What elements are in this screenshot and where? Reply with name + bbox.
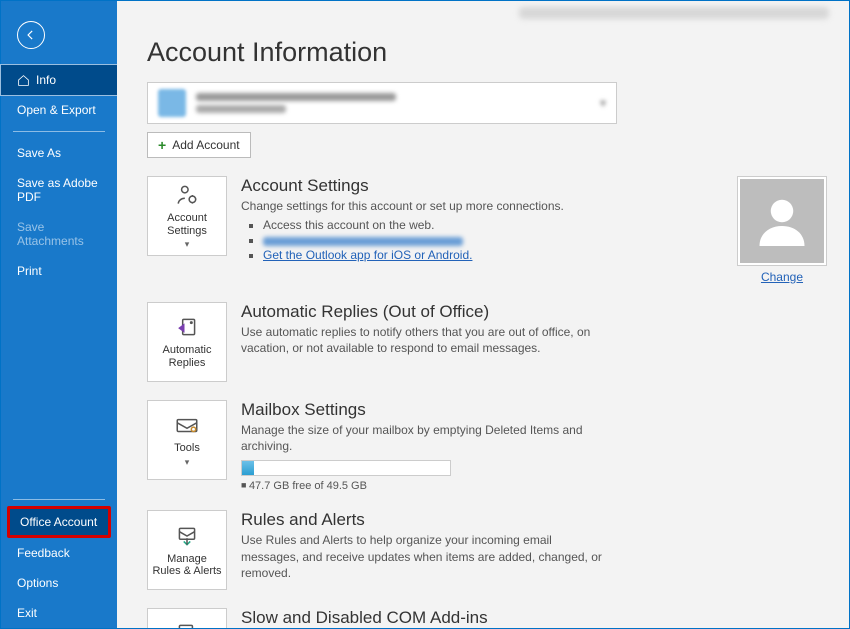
avatar-frame	[737, 176, 827, 266]
change-photo-link[interactable]: Change	[737, 270, 827, 284]
plus-icon: +	[158, 137, 166, 153]
account-avatar-icon	[158, 89, 186, 117]
person-gear-icon	[174, 182, 200, 208]
section-heading: Mailbox Settings	[241, 400, 827, 420]
sidebar-item-options[interactable]: Options	[1, 568, 117, 598]
sidebar-divider	[13, 499, 105, 500]
avatar-panel: Change	[737, 176, 827, 284]
owa-url-blur[interactable]	[263, 237, 463, 246]
section-desc: Use automatic replies to notify others t…	[241, 324, 611, 356]
bullet-app-link: Get the Outlook app for iOS or Android.	[263, 248, 711, 262]
header-account-blur	[519, 7, 829, 19]
section-automatic-replies: Automatic Replies Automatic Replies (Out…	[147, 302, 827, 382]
section-desc: Manage the size of your mailbox by empty…	[241, 422, 611, 454]
sidebar-item-open-export[interactable]: Open & Export	[1, 95, 117, 125]
tile-label: Account Settings	[152, 212, 222, 237]
tile-label: Tools	[174, 442, 200, 455]
tile-account-settings[interactable]: Account Settings ▾	[147, 176, 227, 256]
account-lines	[196, 93, 396, 113]
sidebar-item-office-account[interactable]: Office Account	[7, 506, 111, 538]
account-selector[interactable]: ▾	[147, 82, 617, 124]
section-desc: Change settings for this account or set …	[241, 198, 611, 214]
mailbox-progress	[241, 460, 451, 476]
section-heading: Automatic Replies (Out of Office)	[241, 302, 827, 322]
sidebar-item-save-as[interactable]: Save As	[1, 138, 117, 168]
sidebar-item-print[interactable]: Print	[1, 256, 117, 286]
section-desc: Use Rules and Alerts to help organize yo…	[241, 532, 611, 581]
sidebar-item-exit[interactable]: Exit	[1, 598, 117, 628]
rules-icon	[174, 523, 200, 549]
chevron-down-icon: ▾	[185, 457, 190, 468]
section-heading: Account Settings	[241, 176, 711, 196]
tile-tools[interactable]: Tools ▾	[147, 400, 227, 480]
tile-label: Manage Rules & Alerts	[152, 553, 222, 578]
section-rules-alerts: Manage Rules & Alerts Rules and Alerts U…	[147, 510, 827, 590]
section-heading: Slow and Disabled COM Add-ins	[241, 608, 827, 628]
sidebar-nav-bottom: Office Account Feedback Options Exit	[1, 493, 117, 628]
section-com-addins: Manage COM Add-ins Slow and Disabled COM…	[147, 608, 827, 628]
outlook-app-link[interactable]: Get the Outlook app for iOS or Android.	[263, 248, 472, 262]
tile-manage-rules[interactable]: Manage Rules & Alerts	[147, 510, 227, 590]
add-account-label: Add Account	[172, 138, 239, 152]
sidebar-item-feedback[interactable]: Feedback	[1, 538, 117, 568]
tile-manage-com-addins[interactable]: Manage COM Add-ins	[147, 608, 227, 628]
sidebar-item-label: Info	[36, 73, 56, 87]
chevron-down-icon: ▾	[600, 96, 606, 110]
sidebar-item-save-adobe[interactable]: Save as Adobe PDF	[1, 168, 117, 212]
sidebar-item-info[interactable]: Info	[1, 65, 117, 95]
section-mailbox-settings: Tools ▾ Mailbox Settings Manage the size…	[147, 400, 827, 492]
page-title: Account Information	[147, 37, 827, 68]
avatar-placeholder-icon	[752, 191, 812, 251]
bullet-access-web: Access this account on the web.	[263, 218, 711, 232]
bullet-owa-link	[263, 233, 711, 247]
tile-label: Automatic Replies	[152, 344, 222, 369]
sidebar-item-save-attachments: Save Attachments	[1, 212, 117, 256]
chevron-down-icon: ▾	[185, 239, 190, 250]
sidebar-nav: Info Open & Export Save As Save as Adobe…	[1, 65, 117, 286]
tools-icon	[174, 412, 200, 438]
auto-reply-icon	[174, 314, 200, 340]
add-account-button[interactable]: + Add Account	[147, 132, 251, 158]
home-icon	[17, 74, 30, 87]
section-heading: Rules and Alerts	[241, 510, 827, 530]
main-content: Account Information ▾ + Add Account Acco…	[117, 1, 849, 628]
mailbox-free-text: 47.7 GB free of 49.5 GB	[241, 480, 827, 492]
sidebar-divider	[13, 131, 105, 132]
backstage-sidebar: Info Open & Export Save As Save as Adobe…	[1, 1, 117, 628]
addins-icon	[174, 621, 200, 628]
tile-automatic-replies[interactable]: Automatic Replies	[147, 302, 227, 382]
section-account-settings: Account Settings ▾ Account Settings Chan…	[147, 176, 827, 284]
back-button[interactable]	[17, 21, 45, 49]
